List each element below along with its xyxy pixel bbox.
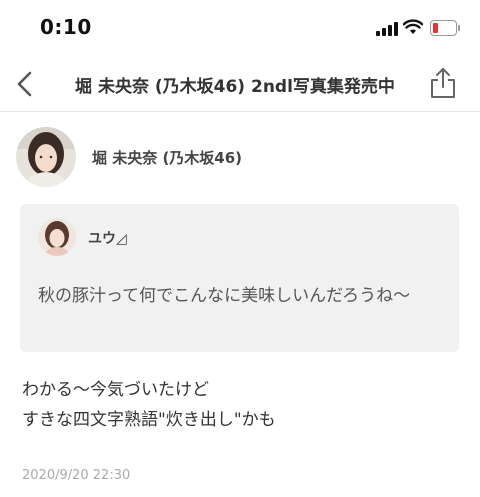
quoted-post[interactable]: ユウ◿ 秋の豚汁って何でこんなに美味しいんだろうね〜	[20, 204, 459, 352]
post-timestamp: 2020/9/20 22:30	[22, 468, 131, 483]
author-name[interactable]: 堀 未央奈 (乃木坂46)	[92, 147, 242, 168]
status-bar: 0:10	[0, 0, 480, 56]
post-body: わかる〜今気づいたけど すきな四文字熟語"炊き出し"かも	[22, 375, 462, 435]
avatar[interactable]	[16, 127, 76, 187]
chevron-left-icon[interactable]	[12, 68, 40, 100]
post-line: わかる〜今気づいたけど	[22, 380, 209, 400]
wifi-icon	[403, 19, 423, 34]
signal-icon	[376, 22, 398, 36]
author-row[interactable]: 堀 未央奈 (乃木坂46)	[16, 127, 466, 189]
quote-text: 秋の豚汁って何でこんなに美味しいんだろうね〜	[38, 286, 411, 306]
battery-icon	[430, 20, 460, 36]
page-title: 堀 未央奈 (乃木坂46) 2ndl写真集発売中	[75, 77, 395, 97]
quote-user-name[interactable]: ユウ◿	[88, 228, 127, 248]
post-line: すきな四文字熟語"炊き出し"かも	[22, 410, 276, 430]
nav-bar: 堀 未央奈 (乃木坂46) 2ndl写真集発売中	[0, 56, 480, 112]
quote-avatar[interactable]	[38, 218, 76, 256]
status-time: 0:10	[40, 15, 92, 39]
share-icon[interactable]	[428, 66, 458, 100]
